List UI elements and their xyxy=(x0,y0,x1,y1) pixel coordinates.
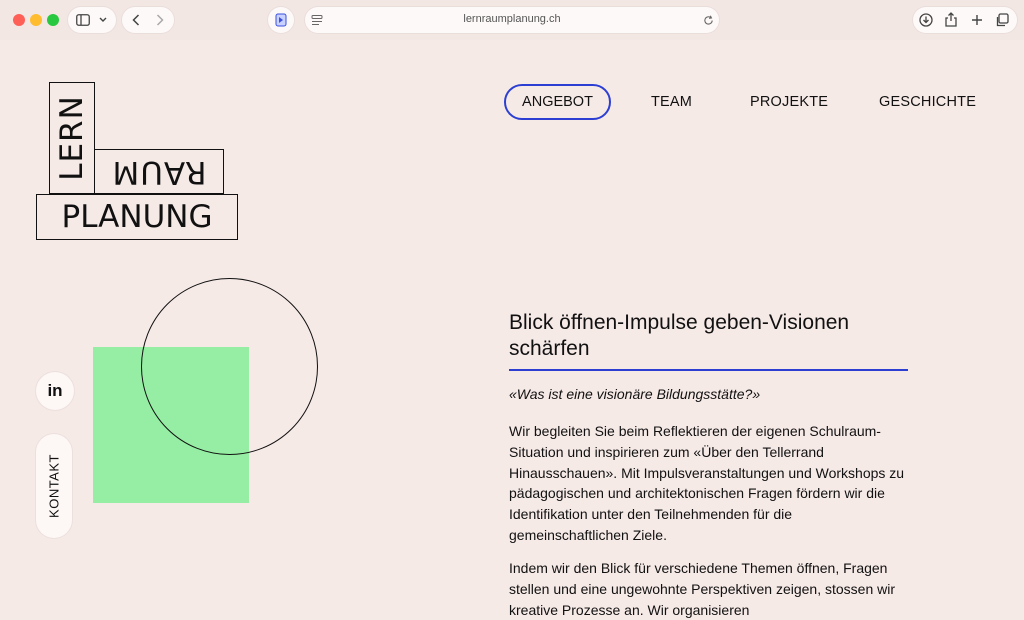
circle-decoration xyxy=(141,278,318,455)
section-heading: Blick öffnen-Impulse geben-Visionen schä… xyxy=(509,311,850,360)
close-window-button[interactable] xyxy=(13,14,25,26)
toolbar-actions xyxy=(913,7,1017,33)
body-paragraph-2: Indem wir den Blick für verschiedene The… xyxy=(509,560,896,618)
nav-item-angebot-label: ANGEBOT xyxy=(522,94,593,110)
minimize-window-button[interactable] xyxy=(30,14,42,26)
nav-item-team[interactable]: TEAM xyxy=(651,94,692,110)
nav-item-geschichte[interactable]: GESCHICHTE xyxy=(879,94,976,110)
back-arrow-icon[interactable] xyxy=(132,14,140,26)
kontakt-label: KONTAKT xyxy=(46,454,62,518)
logo-lern-text: LERN xyxy=(54,95,90,181)
logo-lern[interactable]: LERN xyxy=(49,82,95,194)
logo-raum-text: RAUM xyxy=(111,153,207,190)
chevron-down-icon xyxy=(99,17,107,22)
history-nav xyxy=(122,7,174,33)
browser-toolbar: lernraumplanung.ch xyxy=(0,0,1024,40)
downloads-icon[interactable] xyxy=(919,13,933,27)
extension-button[interactable] xyxy=(268,7,294,33)
logo-planung-text: PLANUNG xyxy=(61,199,213,235)
body-paragraph-1: Wir begleiten Sie beim Reflektieren der … xyxy=(509,423,905,543)
nav-item-angebot[interactable]: ANGEBOT xyxy=(504,84,611,120)
heading-underline xyxy=(509,369,908,371)
logo-planung[interactable]: PLANUNG xyxy=(36,194,238,240)
forward-arrow-icon[interactable] xyxy=(156,14,164,26)
new-tab-icon[interactable] xyxy=(971,14,983,26)
extension-icon xyxy=(275,13,287,27)
sidebar-toggle-button[interactable] xyxy=(68,7,116,33)
share-icon[interactable] xyxy=(944,12,958,27)
linkedin-icon: in xyxy=(47,381,63,400)
nav-item-projekte[interactable]: PROJEKTE xyxy=(750,94,828,110)
reload-icon[interactable] xyxy=(703,15,714,26)
address-bar[interactable]: lernraumplanung.ch xyxy=(305,7,719,33)
intro-quote: «Was ist eine visionäre Bildungsstätte?» xyxy=(509,386,761,402)
linkedin-button[interactable]: in xyxy=(36,372,74,410)
sidebar-icon xyxy=(76,14,90,26)
kontakt-button[interactable]: KONTAKT xyxy=(36,434,72,538)
url-text: lernraumplanung.ch xyxy=(463,13,561,25)
logo-raum[interactable]: RAUM xyxy=(94,149,224,194)
zoom-window-button[interactable] xyxy=(47,14,59,26)
tab-overview-icon[interactable] xyxy=(995,13,1009,27)
